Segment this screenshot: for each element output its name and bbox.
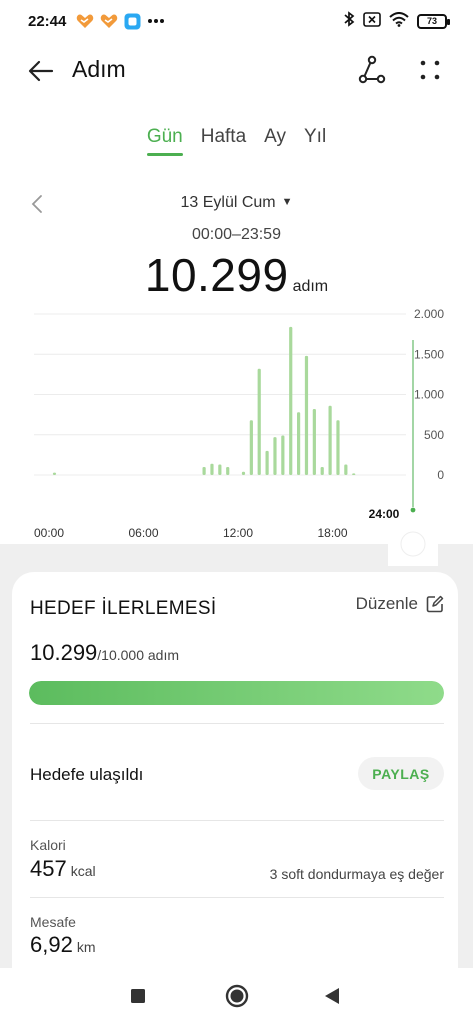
calories-label: Kalori <box>30 837 66 853</box>
tab-week[interactable]: Hafta <box>192 124 255 156</box>
more-dots-icon <box>420 60 440 80</box>
chart-bar <box>289 326 293 475</box>
total-steps: 10.299 adım <box>0 248 473 302</box>
chart-bar <box>281 435 285 475</box>
heart-app-icon <box>100 13 118 29</box>
chart-bar <box>297 412 301 475</box>
back-button[interactable] <box>26 56 56 86</box>
chart-y-ticks: 2.000 1.500 1.000 500 0 <box>414 307 444 482</box>
hourly-steps-chart: 2.000 1.500 1.000 500 0 00:00 06:00 12:00 18:00… <box>34 307 444 540</box>
chart-y-tick-label: 1.000 <box>414 388 444 402</box>
recents-square-icon <box>131 989 145 1003</box>
share-button[interactable]: PAYLAŞ <box>358 757 444 790</box>
distance-label: Mesafe <box>30 914 76 930</box>
chart-bars <box>52 326 356 475</box>
distance-number: 6,92 <box>30 932 73 957</box>
goal-progress-card: HEDEF İLERLEMESİ Düzenle 10.299/10.000 a… <box>12 572 458 972</box>
date-text: 13 Eylül Cum <box>180 194 276 211</box>
tab-year[interactable]: Yıl <box>295 124 335 156</box>
time-range: 00:00–23:59 <box>192 226 281 243</box>
chart-bar <box>226 466 230 475</box>
battery-icon: 73 <box>417 13 450 29</box>
chart-y-tick-label: 500 <box>424 428 444 442</box>
distance-value: 6,92 km <box>30 932 96 958</box>
app-bar: Adım <box>0 42 473 98</box>
chart-x-tick-label: 12:00 <box>223 526 253 540</box>
tab-month[interactable]: Ay <box>255 124 295 156</box>
divider <box>30 820 444 821</box>
caret-down-icon: ▼ <box>281 196 293 208</box>
chart-bar <box>328 405 332 475</box>
goal-progress-text: 10.299/10.000 adım <box>30 640 179 666</box>
calories-number: 457 <box>30 856 67 881</box>
status-bar: 22:44 73 <box>0 0 473 42</box>
route-icon <box>358 55 386 84</box>
chart-y-tick-label: 0 <box>437 468 444 482</box>
route-button[interactable] <box>356 54 388 86</box>
chart-bar <box>241 471 246 475</box>
edit-goal-label: Düzenle <box>355 594 418 613</box>
goal-target-text: /10.000 adım <box>97 647 180 663</box>
goal-card-title: HEDEF İLERLEMESİ <box>30 598 217 619</box>
bluetooth-icon <box>343 11 355 31</box>
more-options-button[interactable] <box>416 56 444 86</box>
chart-x-tick-label: 18:00 <box>317 526 347 540</box>
chart-bar <box>210 463 214 475</box>
chart-bar <box>249 420 253 475</box>
chart-x-ticks: 00:00 06:00 12:00 18:00 <box>34 526 348 540</box>
goal-progress-bar <box>29 681 444 705</box>
heart-app-icon <box>76 13 94 29</box>
distance-unit: km <box>76 939 96 955</box>
home-circle-icon <box>225 984 249 1008</box>
app-icon <box>124 13 141 30</box>
chart-bar <box>265 450 269 475</box>
total-steps-unit: adım <box>292 278 329 295</box>
divider <box>30 723 444 724</box>
page-title: Adım <box>72 56 126 82</box>
chart-cursor-dot <box>410 507 416 513</box>
goal-progress-fill <box>29 681 444 705</box>
chart-bar <box>304 355 309 475</box>
chart-bar <box>336 420 340 475</box>
chart-y-tick-label: 1.500 <box>414 347 444 361</box>
chart-bar <box>273 437 277 475</box>
chart-bar <box>312 408 316 475</box>
chart-bar <box>202 466 206 475</box>
calories-value: 457 kcal <box>30 856 96 882</box>
home-button[interactable] <box>225 984 249 1013</box>
goal-achieved-text: Hedefe ulaşıldı <box>30 765 144 784</box>
chart-end-label: 24:00 <box>369 507 400 521</box>
chart-grid <box>34 313 406 476</box>
chart-bar <box>218 464 222 475</box>
status-time: 22:44 <box>28 12 67 30</box>
goal-current-steps: 10.299 <box>30 640 98 665</box>
total-steps-value: 10.299 <box>144 249 289 301</box>
chart-bar <box>257 368 261 475</box>
chart-bar <box>320 466 324 475</box>
edit-goal-button[interactable]: Düzenle <box>356 594 444 614</box>
back-triangle-icon <box>325 988 339 1004</box>
nav-back-button[interactable] <box>324 987 340 1010</box>
chart-bar <box>352 473 356 475</box>
chart-x-tick-label: 00:00 <box>34 526 64 540</box>
edit-icon <box>426 595 444 613</box>
period-tabs: Gün Hafta Ay Yıl <box>0 124 473 156</box>
sim-icon <box>363 11 381 31</box>
chart-x-tick-label: 06:00 <box>128 526 158 540</box>
battery-level: 73 <box>426 16 437 26</box>
wifi-icon <box>389 11 409 31</box>
recents-button[interactable] <box>130 988 146 1009</box>
calories-unit: kcal <box>70 863 96 879</box>
tab-day[interactable]: Gün <box>138 124 192 156</box>
chart-y-tick-label: 2.000 <box>414 307 444 321</box>
divider <box>30 897 444 898</box>
date-selector[interactable]: 13 Eylül Cum ▼ <box>0 194 473 212</box>
chart-scrubber-handle[interactable] <box>388 522 438 566</box>
back-arrow-icon <box>28 60 54 82</box>
chart-bar <box>52 472 57 475</box>
calories-note: 3 soft dondurmaya eş değer <box>269 866 444 882</box>
system-nav-bar <box>0 968 473 1024</box>
more-notifications-icon <box>147 18 165 24</box>
chart-bar <box>344 464 348 475</box>
